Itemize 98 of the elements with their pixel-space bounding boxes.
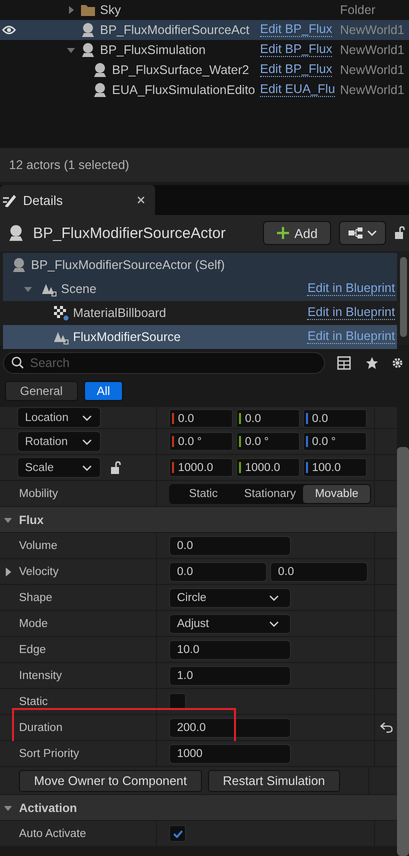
unlocked-icon[interactable] [394,226,406,240]
property-label: Intensity [19,670,62,682]
property-label: Volume [19,540,58,552]
component-name[interactable]: MaterialBillboard [73,306,304,320]
world-name: NewWorld1 [340,43,404,57]
number-field[interactable]: 0.0 [169,562,267,582]
component-name[interactable]: FluxModifierSource [73,330,304,344]
table-icon[interactable] [337,356,351,370]
property-label: Mode [19,618,48,630]
pencil-icon [2,193,16,207]
number-field[interactable]: 1.0 [169,666,291,686]
sphere-icon [92,82,108,98]
transform-dropdown[interactable]: Location [17,407,101,428]
hierarchy-icon [348,227,378,239]
property-label: Mobility [19,488,58,500]
caret-icon [82,464,92,470]
sphere-icon [92,62,108,78]
star-icon[interactable] [365,356,379,370]
action-button[interactable]: Move Owner to Component [19,770,202,792]
caret-icon [82,438,92,444]
property-label: Duration [19,722,62,734]
mobility-option[interactable]: Static [170,484,237,502]
number-field[interactable]: 100.0 [303,458,367,477]
actor-count: 12 actors (1 selected) [9,158,130,172]
actor-title: BP_FluxModifierSourceActor [33,224,227,242]
property-label: Velocity [19,566,59,578]
caret-icon [82,414,92,420]
number-field[interactable]: 200.0 [169,718,291,738]
hierarchy-button[interactable] [339,221,386,245]
actor-type: Folder [340,3,376,17]
sphere-icon [7,224,25,242]
world-name: NewWorld1 [340,63,404,77]
expander-icon[interactable] [23,284,33,294]
number-field[interactable]: 0.0 [236,409,300,428]
expander-icon[interactable] [4,567,13,577]
actor-name[interactable]: Sky [100,3,256,17]
number-field[interactable]: 0.0 ° [236,432,300,451]
edit-link[interactable]: Edit in Blueprint [307,306,395,320]
close-icon[interactable] [137,196,145,204]
edit-link[interactable]: Edit BP_Flux [260,63,332,77]
edit-link[interactable]: Edit BP_Flux [260,23,332,37]
number-field[interactable]: 0.0 [169,536,291,556]
checker-icon [53,305,69,321]
action-button[interactable]: Restart Simulation [208,770,340,792]
edit-link[interactable]: Edit EUA_Flu [260,83,336,97]
number-field[interactable]: 1000.0 [236,458,300,477]
world-name: NewWorld1 [340,83,404,97]
filter-tab[interactable]: All [84,381,124,401]
mobility-option[interactable]: Stationary [236,484,304,502]
check-icon [172,830,182,838]
reset-icon[interactable] [380,722,392,733]
number-field[interactable]: 1000 [169,744,291,764]
number-field[interactable]: 0.0 ° [303,432,367,451]
eye-icon[interactable] [2,25,16,35]
details-tab[interactable]: Details [0,185,155,215]
caret-icon [269,620,279,626]
sphere-icon [80,22,96,38]
dropdown[interactable]: Circle [169,588,291,608]
property-label: Static [19,696,48,708]
property-label: Edge [19,644,46,656]
transform-dropdown[interactable]: Rotation [17,431,101,452]
number-field[interactable]: 10.0 [169,640,291,660]
edit-link[interactable]: Edit BP_Flux [260,43,332,57]
edit-link[interactable]: Edit in Blueprint [307,282,395,296]
actor-name[interactable]: BP_FluxModifierSourceAct [100,23,256,37]
property-label: Shape [19,592,52,604]
scrollbar[interactable] [397,447,409,856]
category-header[interactable]: Activation [0,795,397,821]
add-button[interactable]: Add [263,221,331,245]
property-label: Auto Activate [19,828,86,840]
world-name: NewWorld1 [340,23,404,37]
folder-icon [80,3,96,17]
expander-icon[interactable] [66,5,76,15]
number-field[interactable]: 0.0 ° [169,432,233,451]
component-name[interactable]: Scene [61,282,304,296]
filter-tab[interactable]: General [5,381,78,401]
settings-icon[interactable] [391,356,404,370]
number-field[interactable]: 0.0 [303,409,367,428]
number-field[interactable]: 0.0 [270,562,368,582]
unlocked-icon[interactable] [110,460,122,474]
plus-icon [276,226,290,240]
search-field[interactable]: Search [3,352,325,374]
expander-icon[interactable] [66,45,76,55]
sphere-icon [80,42,96,58]
mobility-option[interactable]: Movable [303,484,370,502]
scrollbar[interactable] [400,257,406,337]
edit-link[interactable]: Edit in Blueprint [307,330,395,344]
caret-icon [269,594,279,600]
dropdown[interactable]: Adjust [169,614,291,634]
number-field[interactable]: 1000.0 [169,458,233,477]
property-label: Sort Priority [19,748,80,760]
sphere-icon [11,257,27,273]
category-header[interactable]: Flux [0,507,397,533]
search-icon [11,356,24,369]
transform-dropdown[interactable]: Scale [17,457,101,478]
actor-name[interactable]: BP_FluxSimulation [100,43,256,57]
checkbox[interactable] [169,825,186,842]
number-field[interactable]: 0.0 [169,409,233,428]
